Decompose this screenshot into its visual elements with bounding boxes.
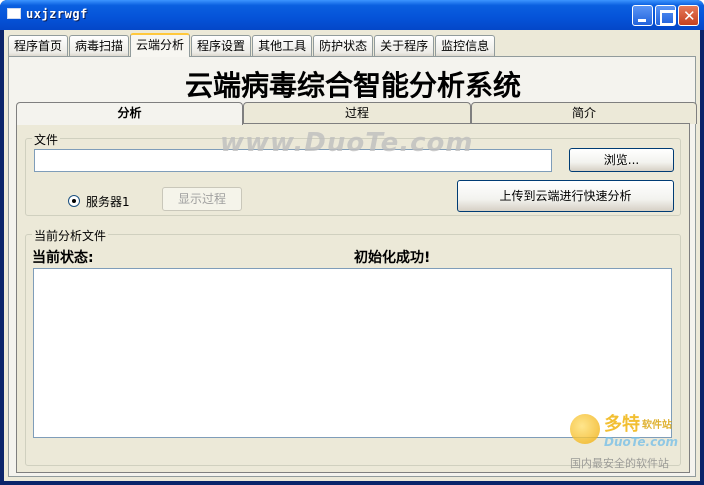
tab-protection-status[interactable]: 防护状态	[313, 35, 374, 57]
status-value: 初始化成功!	[354, 250, 431, 266]
window-title: uxjzrwgf	[26, 7, 88, 21]
upload-cloud-button[interactable]: 上传到云端进行快速分析	[457, 180, 674, 212]
minimize-button[interactable]	[632, 5, 653, 26]
server1-radio-label: 服务器1	[86, 195, 130, 209]
tab-settings[interactable]: 程序设置	[191, 35, 252, 57]
tab-other-tools[interactable]: 其他工具	[252, 35, 313, 57]
subtab-analysis[interactable]: 分析	[16, 102, 243, 125]
tab-monitor-info[interactable]: 监控信息	[435, 35, 496, 57]
sub-tab-strip: 分析 过程 简介	[16, 102, 697, 125]
logo-big-text: 多特	[604, 414, 640, 435]
title-bar[interactable]: uxjzrwgf ✕	[0, 0, 704, 30]
close-icon: ✕	[683, 7, 696, 25]
tab-home[interactable]: 程序首页	[8, 35, 69, 57]
watermark-text: www.DuoTe.com	[220, 128, 474, 158]
maximize-button[interactable]	[655, 5, 676, 26]
close-button[interactable]: ✕	[678, 5, 699, 26]
duote-logo: 多特 软件站 DuoTe.com 国内最安全的软件站	[566, 408, 700, 478]
logo-site-text: DuoTe.com	[604, 435, 678, 449]
current-file-group-label: 当前分析文件	[32, 227, 109, 244]
subtab-process[interactable]: 过程	[243, 102, 471, 124]
server1-radio[interactable]	[68, 195, 80, 207]
subtab-intro[interactable]: 简介	[471, 102, 697, 124]
main-tab-strip: 程序首页 病毒扫描 云端分析 程序设置 其他工具 防护状态 关于程序 监控信息	[8, 33, 496, 57]
mascot-icon	[570, 414, 600, 444]
file-group-label: 文件	[32, 131, 61, 148]
tab-cloud-analysis[interactable]: 云端分析	[130, 33, 191, 57]
browse-button[interactable]: 浏览...	[569, 148, 674, 172]
logo-small-text: 软件站	[642, 420, 672, 431]
tab-about[interactable]: 关于程序	[374, 35, 435, 57]
logo-slogan: 国内最安全的软件站	[570, 457, 669, 470]
tab-virus-scan[interactable]: 病毒扫描	[69, 35, 130, 57]
app-icon	[7, 8, 21, 19]
show-process-button[interactable]: 显示过程	[162, 187, 242, 211]
page-title: 云端病毒综合智能分析系统	[184, 69, 521, 102]
status-label: 当前状态:	[32, 250, 94, 266]
